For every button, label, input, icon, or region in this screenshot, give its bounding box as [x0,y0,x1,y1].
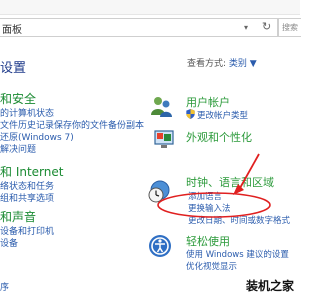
link-change-account-type[interactable]: 更改帐户类型 [186,109,248,121]
title-bar [0,0,300,15]
search-input[interactable]: 搜索 [278,18,301,37]
link-programs[interactable]: 序 [0,280,9,293]
category-ease-of-access[interactable]: 轻松使用 [186,233,230,249]
link-troubleshoot[interactable]: 解决问题 [0,142,36,155]
category-clock-language-region[interactable]: 时钟、语言和区域 [186,174,274,190]
address-path: 面板 [2,25,22,36]
category-system-security[interactable]: 和安全 [0,90,36,107]
view-by-label: 查看方式: [187,59,227,69]
refresh-icon[interactable]: ↻ [262,20,271,33]
view-by[interactable]: 查看方式: 类别 ▼ [187,56,257,69]
user-accounts-icon[interactable] [150,95,174,119]
appearance-icon[interactable] [152,128,176,152]
search-placeholder: 搜索 [282,23,298,32]
category-user-accounts[interactable]: 用户帐户 [186,94,230,110]
view-by-value[interactable]: 类别 ▼ [229,59,257,69]
link-add-language[interactable]: 添加语言 [188,190,222,202]
category-network-internet[interactable]: 和 Internet [0,163,63,180]
category-appearance[interactable]: 外观和个性化 [186,129,252,145]
change-account-type-label: 更改帐户类型 [197,111,249,121]
category-hardware-sound[interactable]: 和声音 [0,208,36,225]
address-bar[interactable]: 面板 ▾ ↻ [0,18,278,37]
page-title: 设置 [0,61,27,76]
link-optimize-visual-display[interactable]: 优化视觉显示 [186,260,237,272]
ease-of-access-icon[interactable] [148,234,172,258]
link-change-date-time-format[interactable]: 更改日期、时间或数字格式 [188,214,290,226]
link-add-device[interactable]: 设备 [0,236,18,249]
clock-globe-icon[interactable] [147,180,171,204]
link-change-input-method[interactable]: 更换输入法 [188,202,231,214]
watermark: 装机之家 [246,279,295,293]
link-homegroup[interactable]: 组和共享选项 [0,191,54,204]
chevron-down-icon[interactable]: ▾ [244,23,248,32]
shield-icon [186,109,195,119]
link-windows-suggested-settings[interactable]: 使用 Windows 建议的设置 [186,248,289,260]
